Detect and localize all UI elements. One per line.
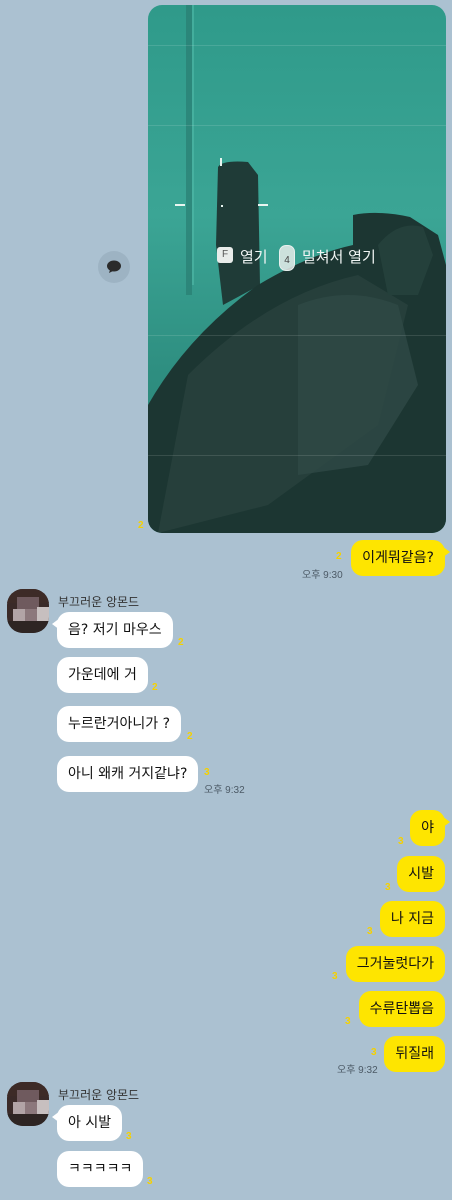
their-message-bubble[interactable]: 누르란거아니가 ? [57, 706, 182, 742]
unread-count: 2 [138, 520, 144, 531]
unread-count: 3 [332, 971, 338, 982]
message-time: 오후 9:30 [302, 570, 343, 581]
sender-name: 부끄러운 앙몬드 [58, 595, 140, 609]
their-message-bubble[interactable]: 아니 왜캐 거지같냐? [57, 756, 199, 792]
unread-count: 2 [187, 731, 193, 742]
their-message-bubble[interactable]: 가운데에 거 [57, 657, 148, 693]
unread-count: 2 [178, 637, 184, 648]
their-message-bubble[interactable]: 아 시발 [51, 1105, 123, 1141]
unread-count: 3 [398, 836, 404, 847]
share-icon [107, 260, 121, 273]
unread-count: 3 [367, 926, 373, 937]
my-message-bubble[interactable]: 그거눌럿다가 [345, 946, 445, 982]
game-screenshot [148, 5, 446, 533]
my-message-bubble[interactable]: 수류탄뽑음 [358, 991, 445, 1027]
their-message-bubble[interactable]: 음? 저기 마우스 [52, 612, 173, 648]
message-time: 오후 9:32 [337, 1065, 378, 1076]
unread-count: 3 [126, 1131, 132, 1142]
unread-count: 3 [385, 882, 391, 893]
open-label: 열기 [240, 248, 268, 266]
unread-count: 2 [152, 682, 158, 693]
push-open-label: 밀쳐서 열기 [302, 248, 376, 266]
avatar[interactable] [7, 1082, 49, 1126]
image-message[interactable]: F 열기 4 밀쳐서 열기 [148, 5, 446, 533]
unread-count: 3 [371, 1047, 377, 1058]
unread-count: 3 [147, 1176, 153, 1187]
my-message-bubble[interactable]: 뒤질래 [384, 1036, 445, 1072]
mouse-badge: 4 [284, 255, 290, 266]
sender-name: 부끄러운 앙몬드 [58, 1088, 140, 1102]
unread-count: 3 [204, 767, 210, 778]
message-time: 오후 9:32 [204, 785, 245, 796]
their-message-bubble[interactable]: ㅋㅋㅋㅋㅋ [57, 1151, 144, 1187]
my-message-bubble[interactable]: 시발 [397, 856, 445, 892]
avatar[interactable] [7, 589, 49, 633]
key-f-icon: F [217, 247, 233, 263]
my-message-bubble[interactable]: 나 지금 [379, 901, 445, 937]
unread-count: 2 [336, 551, 342, 562]
my-message-bubble[interactable]: 야 [410, 810, 450, 846]
mouse-icon: 4 [279, 245, 295, 271]
share-button[interactable] [98, 251, 130, 283]
my-message-bubble[interactable]: 이게뭐같음? [351, 540, 450, 576]
unread-count: 3 [345, 1016, 351, 1027]
